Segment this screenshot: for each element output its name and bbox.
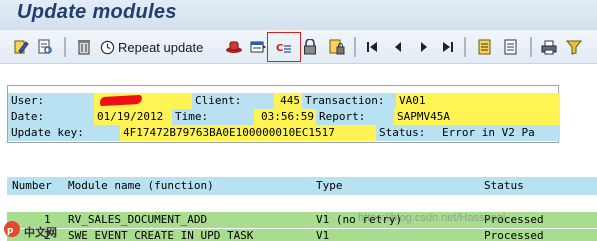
status-label: Status: <box>376 125 436 141</box>
header-row-update-key: Update key: 4F17472B79763BA0E100000010EC… <box>8 125 560 141</box>
column-status[interactable]: Status <box>484 177 524 195</box>
document-list-icon[interactable] <box>502 38 520 56</box>
watermark-logo-text: 中文网 <box>24 226 57 239</box>
toolbar-separator <box>64 37 66 57</box>
user-label: User: <box>8 93 94 109</box>
update-header-info: User: Client: 445 Transaction: VA01 Date… <box>7 85 560 143</box>
modules-table-header: Number Module name (function) Type Statu… <box>7 177 597 195</box>
column-module-name[interactable]: Module name (function) <box>68 177 214 195</box>
svg-text:C: C <box>276 43 283 54</box>
repeat-update-clock-icon <box>100 40 115 55</box>
transaction-label: Transaction: <box>302 93 396 109</box>
report-label: Report: <box>316 109 394 125</box>
lock-document-icon[interactable] <box>328 38 346 56</box>
toolbar-separator <box>530 37 532 57</box>
status-value: Error in V2 Pa <box>436 125 560 141</box>
header-row-user: User: Client: 445 Transaction: VA01 <box>8 93 560 109</box>
client-value: 445 <box>274 93 302 109</box>
watermark-url: https://blog.csdn.net/Hassanal <box>358 212 506 224</box>
transaction-value: VA01 <box>396 93 560 109</box>
repeat-update-label: Repeat update <box>118 39 204 55</box>
time-value: 03:56:59 <box>254 109 316 125</box>
display-document-icon[interactable] <box>36 38 54 56</box>
column-type[interactable]: Type <box>316 177 343 195</box>
date-value: 01/19/2012 <box>94 109 172 125</box>
row-module-name: SWE_EVENT_CREATE_IN_UPD_TASK <box>68 229 254 241</box>
column-number[interactable]: Number <box>12 177 52 195</box>
table-row[interactable]: 2 SWE_EVENT_CREATE_IN_UPD_TASK V1 Proces… <box>7 229 597 241</box>
time-label: Time: <box>172 109 254 125</box>
filter-icon[interactable] <box>565 38 583 56</box>
next-page-icon[interactable] <box>417 38 431 56</box>
report-value: SAPMV45A <box>394 109 560 125</box>
print-icon[interactable] <box>540 38 558 56</box>
printer-hat-icon[interactable] <box>224 38 244 56</box>
previous-page-icon[interactable] <box>391 38 405 56</box>
debug-icon[interactable]: C <box>267 32 301 62</box>
last-page-icon[interactable] <box>441 38 455 56</box>
page-title: Update modules <box>17 1 177 23</box>
svg-text:p: p <box>7 226 14 236</box>
row-status: Processed <box>484 229 544 241</box>
delete-trash-icon[interactable] <box>75 38 93 56</box>
table-row[interactable]: 1 RV_SALES_DOCUMENT_ADD V1 (no retry) Pr… <box>7 212 597 228</box>
lock-icon[interactable] <box>302 38 318 56</box>
client-label: Client: <box>192 93 274 109</box>
title-bar: Update modules <box>0 0 597 30</box>
toolbar-separator <box>464 37 466 57</box>
toolbar-separator <box>354 37 356 57</box>
list-display-icon[interactable] <box>249 38 267 56</box>
first-page-icon[interactable] <box>365 38 379 56</box>
date-label: Date: <box>8 109 94 125</box>
header-row-date: Date: 01/19/2012 Time: 03:56:59 Report: … <box>8 109 560 125</box>
row-module-name: RV_SALES_DOCUMENT_ADD <box>68 213 208 226</box>
details-list-icon[interactable] <box>476 38 494 56</box>
update-key-label: Update key: <box>8 125 120 141</box>
update-key-value: 4F17472B79763BA0E100000010EC1517 <box>120 125 376 141</box>
repeat-update-button[interactable]: Repeat update <box>100 38 206 56</box>
application-toolbar: Repeat update C <box>0 30 597 64</box>
sap-pencil-note-icon[interactable] <box>12 38 30 56</box>
row-type: V1 <box>316 229 330 241</box>
